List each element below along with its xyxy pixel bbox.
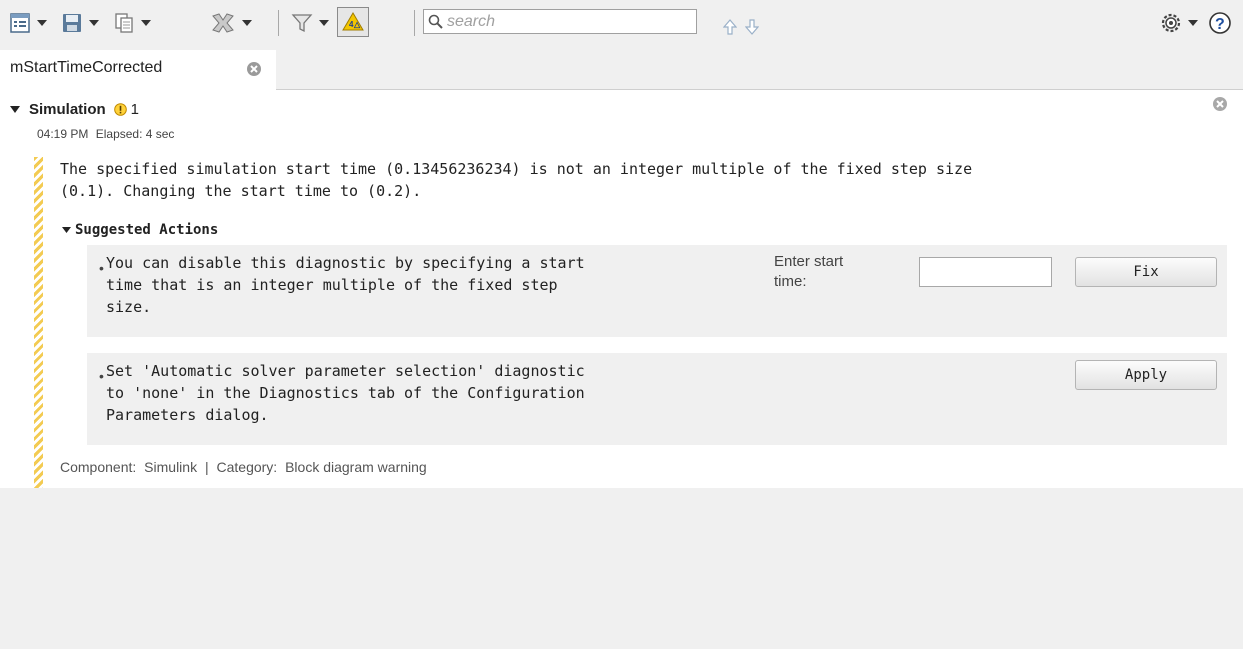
triangle-down-icon [62, 226, 71, 233]
previous-button[interactable] [723, 13, 737, 41]
action-text: Set 'Automatic solver parameter selectio… [106, 360, 746, 426]
section-title: Simulation [29, 101, 106, 118]
close-icon[interactable] [246, 61, 262, 77]
warning-count: 1 [130, 101, 140, 118]
svg-text:?: ? [1215, 16, 1225, 33]
tab-bar: mStartTimeCorrected [0, 50, 1243, 90]
tab-mstarttimecorrected[interactable]: mStartTimeCorrected [0, 50, 276, 90]
arrow-down-icon [745, 19, 759, 35]
fix-button[interactable]: Fix [1075, 257, 1217, 287]
action-line: Parameters dialog. [106, 406, 269, 424]
help-button[interactable]: ? [1208, 9, 1232, 37]
chevron-down-icon [242, 20, 252, 26]
filter-icon [291, 14, 313, 33]
clear-icon [212, 13, 234, 33]
category-label: Category: [216, 459, 278, 475]
suggested-action-row: • Set 'Automatic solver parameter select… [87, 353, 1227, 445]
tab-label: mStartTimeCorrected [10, 59, 163, 76]
filter-button[interactable] [291, 9, 329, 37]
toolbar-separator [278, 10, 279, 36]
category-value: Block diagram warning [285, 459, 427, 475]
warning-icon [113, 103, 127, 116]
action-line: time that is an integer multiple of the … [106, 276, 558, 294]
footer-separator: | [204, 459, 209, 475]
label-line: time: [774, 273, 807, 290]
arrow-up-icon [723, 19, 737, 35]
copy-icon [115, 13, 133, 33]
svg-text:△: △ [353, 20, 361, 29]
action-line: Set 'Automatic solver parameter selectio… [106, 362, 585, 380]
action-line: size. [106, 298, 152, 316]
warning-filter-icon: 4 △ [342, 12, 364, 31]
diagnostic-footer: Component: Simulink | Category: Block di… [60, 459, 431, 475]
copy-button[interactable] [113, 9, 151, 37]
settings-icon [1161, 13, 1181, 33]
diagnostic-message: The specified simulation start time (0.1… [60, 158, 1240, 202]
warning-filter-toggle[interactable]: 4 △ [337, 7, 369, 37]
diagnostics-panel: Simulation 1 04:19 PM Elapsed: 4 sec The… [0, 90, 1243, 488]
start-time-input[interactable] [919, 257, 1052, 287]
toolbar-separator [414, 10, 415, 36]
settings-button[interactable] [1160, 9, 1198, 37]
save-icon [63, 14, 81, 32]
component-value: Simulink [144, 459, 198, 475]
chevron-down-icon [1188, 20, 1198, 26]
action-line: to 'none' in the Diagnostics tab of the … [106, 384, 585, 402]
message-line: The specified simulation start time (0.1… [60, 160, 973, 178]
bullet: • [99, 368, 104, 384]
help-icon: ? [1209, 12, 1231, 34]
chevron-down-icon [319, 20, 329, 26]
chevron-down-icon [37, 20, 47, 26]
search-icon [428, 14, 443, 29]
timestamp: 04:19 PM [37, 127, 89, 141]
suggested-action-row: • You can disable this diagnostic by spe… [87, 245, 1227, 337]
report-button[interactable] [9, 9, 47, 37]
search-input[interactable] [447, 12, 687, 31]
message-line: (0.1). Changing the start time to (0.2). [60, 182, 422, 200]
close-icon[interactable] [1212, 96, 1228, 112]
suggested-actions-header[interactable]: Suggested Actions [62, 222, 218, 238]
section-meta: 04:19 PM Elapsed: 4 sec [37, 127, 178, 141]
component-label: Component: [60, 459, 137, 475]
save-button[interactable] [61, 9, 99, 37]
action-line: You can disable this diagnostic by speci… [106, 254, 585, 272]
triangle-down-icon [10, 105, 20, 113]
next-button[interactable] [745, 13, 759, 41]
report-icon [10, 13, 30, 33]
warning-stripe [34, 157, 43, 488]
chevron-down-icon [141, 20, 151, 26]
chevron-down-icon [89, 20, 99, 26]
suggested-actions-title: Suggested Actions [75, 222, 219, 238]
search-box[interactable] [423, 9, 697, 34]
toolbar: 4△ ? [0, 0, 1243, 50]
simulation-section-header[interactable]: Simulation 1 [10, 101, 139, 118]
apply-button[interactable]: Apply [1075, 360, 1217, 390]
elapsed-time: Elapsed: 4 sec [95, 127, 175, 141]
start-time-label: Enter start time: [774, 252, 884, 292]
action-text: You can disable this diagnostic by speci… [106, 252, 746, 318]
label-line: Enter start [774, 253, 844, 270]
bullet: • [99, 260, 104, 276]
clear-button[interactable] [210, 9, 252, 37]
